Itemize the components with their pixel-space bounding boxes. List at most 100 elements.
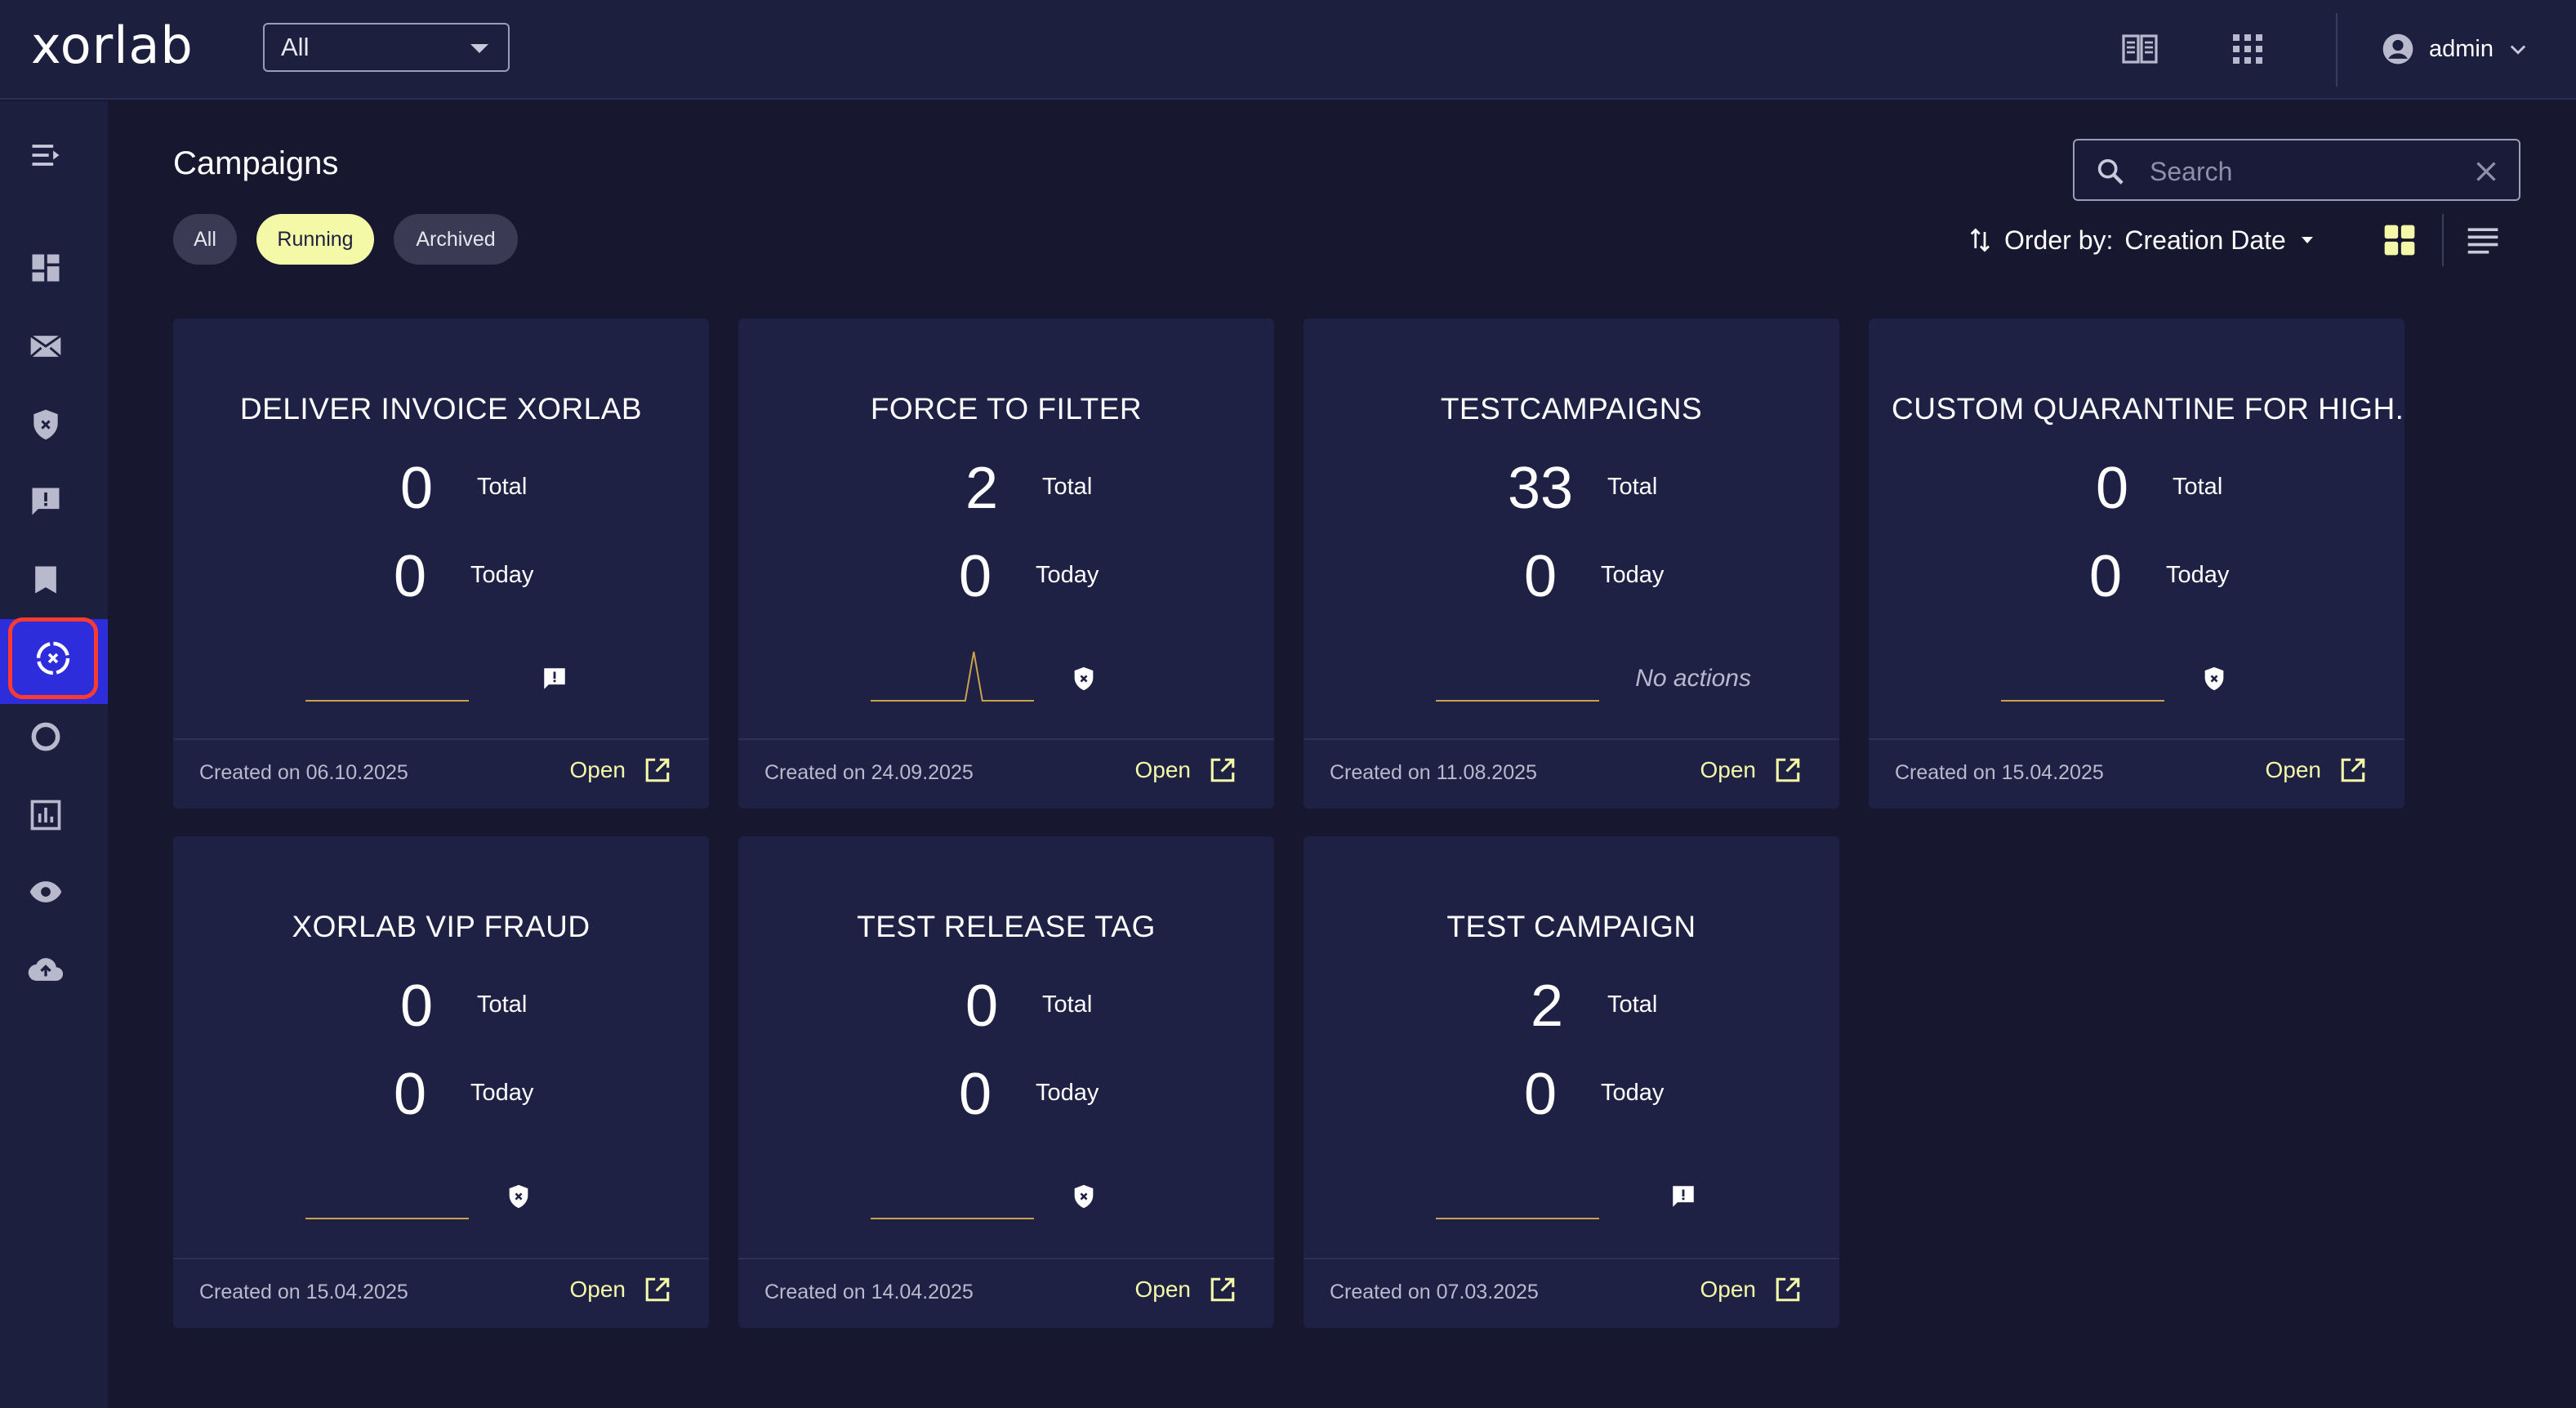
- sidebar-item-ring[interactable]: [16, 707, 75, 766]
- view-toggle-divider: [2442, 214, 2444, 266]
- open-label: Open: [1700, 1277, 1757, 1302]
- report-icon: [1673, 1186, 1694, 1207]
- list-view-icon[interactable]: [2465, 222, 2501, 258]
- activity-sparkline: [305, 700, 469, 702]
- sidebar-item-bookmarks[interactable]: [16, 550, 75, 609]
- campaign-today-count: 0: [393, 1062, 427, 1127]
- campaign-title: TEST RELEASE TAG: [857, 910, 1156, 943]
- campaign-today-count: 0: [1523, 544, 1558, 609]
- card-footer: Created on 24.09.2025 Open: [738, 738, 1274, 809]
- card-footer: Created on 07.03.2025 Open: [1304, 1258, 1839, 1328]
- sparkline-path: [871, 651, 1034, 702]
- report-icon: [544, 668, 565, 689]
- sidebar-item-mail[interactable]: [16, 317, 75, 376]
- activity-sparkline: [1436, 700, 1599, 702]
- xorlab-logo[interactable]: xorlab: [31, 20, 194, 71]
- campaign-card[interactable]: TEST CAMPAIGN 2 Total 0 Today Created on…: [1304, 836, 1839, 1328]
- shield-icon: [1074, 666, 1094, 691]
- activity-sparkline: [871, 651, 1034, 702]
- campaign-total-count: 0: [965, 974, 999, 1039]
- sidebar-item-watch[interactable]: [16, 862, 75, 921]
- campaign-card[interactable]: XORLAB VIP FRAUD 0 Total 0 Today Created…: [173, 836, 709, 1328]
- ring-icon: [31, 722, 60, 751]
- open-campaign-link[interactable]: Open: [1135, 756, 1237, 784]
- sidebar-item-reports[interactable]: [16, 472, 75, 531]
- campaign-total-count: 33: [1507, 456, 1574, 521]
- filter-chip-all[interactable]: All: [173, 214, 237, 265]
- order-by-value: Creation Date: [2124, 225, 2286, 255]
- filter-chip-archived[interactable]: Archived: [394, 214, 518, 265]
- campaign-today-count: 0: [958, 544, 992, 609]
- today-label: Today: [1601, 1080, 1665, 1106]
- sidebar-item-threats[interactable]: [16, 395, 75, 454]
- open-campaign-link[interactable]: Open: [570, 756, 672, 784]
- clear-search-icon[interactable]: [2471, 157, 2501, 186]
- page-title: Campaigns: [173, 145, 339, 181]
- open-campaign-link[interactable]: Open: [1700, 1276, 1803, 1303]
- activity-sparkline: [871, 1218, 1034, 1219]
- dashboard-icon: [32, 254, 60, 282]
- campaign-today-count: 0: [393, 544, 427, 609]
- open-campaign-link[interactable]: Open: [1700, 756, 1803, 784]
- open-campaign-link[interactable]: Open: [2266, 756, 2368, 784]
- created-date: Created on 06.10.2025: [199, 761, 408, 784]
- tenant-select[interactable]: All: [263, 23, 510, 72]
- total-label: Total: [1607, 474, 1658, 500]
- total-label: Total: [1042, 991, 1093, 1018]
- campaign-card[interactable]: TESTCAMPAIGNS 33 Total 0 Today Created o…: [1304, 319, 1839, 809]
- apps-grid-icon[interactable]: [2228, 29, 2267, 69]
- open-label: Open: [1134, 757, 1192, 782]
- sidebar: [0, 101, 108, 1408]
- created-date: Created on 15.04.2025: [199, 1281, 408, 1303]
- sidebar-item-dashboard[interactable]: [16, 238, 75, 297]
- collapse-menu-button[interactable]: [16, 126, 75, 185]
- campaign-card[interactable]: DELIVER INVOICE XORLAB 0 Total 0 Today C…: [173, 319, 709, 809]
- open-label: Open: [1134, 1277, 1192, 1302]
- campaign-card[interactable]: CUSTOM QUARANTINE FOR HIGH.. 0 Total 0 T…: [1869, 319, 2404, 809]
- campaign-card[interactable]: FORCE TO FILTER 2 Total 0 Today Created …: [738, 319, 1274, 809]
- order-by-control[interactable]: Order by: Creation Date: [1968, 221, 2317, 260]
- open-external-icon: [2341, 758, 2365, 782]
- eye-icon: [29, 881, 62, 902]
- account-circle-icon: [2382, 33, 2413, 65]
- created-date: Created on 15.04.2025: [1895, 761, 2104, 784]
- grid-view-icon[interactable]: [2382, 222, 2418, 258]
- created-date: Created on 07.03.2025: [1330, 1281, 1539, 1303]
- shield-icon: [509, 1184, 528, 1209]
- user-name: admin: [2429, 35, 2494, 62]
- campaign-title: FORCE TO FILTER: [870, 392, 1143, 426]
- user-menu[interactable]: admin: [2380, 28, 2529, 70]
- chevron-down-icon: [2510, 45, 2526, 55]
- filter-chip-running[interactable]: Running: [256, 214, 374, 265]
- card-footer: Created on 15.04.2025 Open: [173, 1258, 709, 1328]
- sidebar-item-upload[interactable]: [16, 941, 75, 1000]
- campaign-total-count: 0: [399, 974, 434, 1039]
- activity-sparkline: [1436, 1218, 1599, 1219]
- campaign-card[interactable]: TEST RELEASE TAG 0 Total 0 Today Created…: [738, 836, 1274, 1328]
- card-footer: Created on 15.04.2025 Open: [1869, 738, 2404, 809]
- open-campaign-link[interactable]: Open: [1135, 1276, 1237, 1303]
- open-external-icon: [1776, 758, 1800, 782]
- mail-icon: [29, 334, 62, 358]
- open-external-icon: [645, 1277, 670, 1302]
- today-label: Today: [470, 1080, 534, 1106]
- open-campaign-link[interactable]: Open: [570, 1276, 672, 1303]
- campaign-total-count: 2: [1530, 974, 1564, 1039]
- docs-icon[interactable]: [2120, 29, 2159, 69]
- card-footer: Created on 06.10.2025 Open: [173, 738, 709, 809]
- cloud-upload-icon: [28, 958, 64, 981]
- sidebar-item-analytics[interactable]: [16, 786, 75, 844]
- bookmark-icon: [35, 566, 56, 594]
- campaign-title: XORLAB VIP FRAUD: [292, 910, 591, 943]
- campaign-total-count: 0: [399, 456, 434, 521]
- search-input[interactable]: Search: [2073, 139, 2520, 201]
- sidebar-item-campaigns[interactable]: [8, 617, 98, 699]
- open-external-icon: [1210, 1277, 1235, 1302]
- activity-sparkline: [2001, 700, 2164, 702]
- campaign-title: TEST CAMPAIGN: [1446, 910, 1696, 943]
- campaign-title: DELIVER INVOICE XORLAB: [239, 392, 643, 426]
- open-label: Open: [569, 757, 626, 782]
- no-actions-label: No actions: [1635, 665, 1751, 692]
- top-bar: xorlab All admin: [0, 0, 2576, 100]
- card-footer: Created on 11.08.2025 Open: [1304, 738, 1839, 809]
